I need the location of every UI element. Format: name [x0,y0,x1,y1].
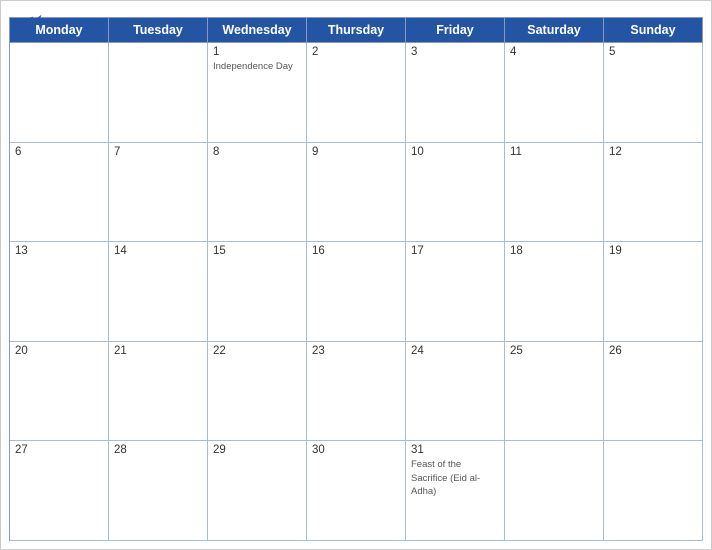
day-number: 26 [609,345,697,357]
table-row: 13 [10,242,109,342]
week-row-1: 1 Independence Day 2345 [10,43,703,143]
table-row: 7 [109,143,208,243]
table-row: 4 [505,43,604,143]
day-number: 3 [411,46,499,58]
calendar-header [1,1,711,17]
week-row-2: 6789 10 11 12 [10,143,703,243]
day-number: 23 [312,345,400,357]
day-number: 17 [411,245,499,257]
calendar-grid: Monday Tuesday Wednesday Thursday Friday… [9,17,703,541]
table-row: 10 [406,143,505,243]
table-row: 24 [406,342,505,442]
day-number: 25 [510,345,598,357]
day-number: 28 [114,444,202,456]
day-number: 22 [213,345,301,357]
day-number: 21 [114,345,202,357]
table-row: 9 [307,143,406,243]
table-row: 29 [208,441,307,541]
day-number: 14 [114,245,202,257]
table-row: 21 [109,342,208,442]
table-row: 23 [307,342,406,442]
table-row: 26 [604,342,703,442]
table-row: 20 [10,342,109,442]
table-row: 3 [406,43,505,143]
table-row [505,441,604,541]
day-number: 29 [213,444,301,456]
table-row: 1 Independence Day [208,43,307,143]
table-row [10,43,109,143]
day-number: 5 [609,46,697,58]
table-row: 30 [307,441,406,541]
table-row: 11 [505,143,604,243]
calendar-weeks: 1Independence Day23456789101112131415161… [10,43,703,541]
table-row: 16 [307,242,406,342]
day-headers: Monday Tuesday Wednesday Thursday Friday… [10,18,703,43]
table-row: 22 [208,342,307,442]
table-row: 19 [604,242,703,342]
table-row: 15 [208,242,307,342]
logo-bird-icon [19,13,43,31]
day-number: 11 [510,146,598,158]
day-number: 27 [15,444,103,456]
header-thursday: Thursday [307,18,406,43]
day-number: 20 [15,345,103,357]
day-number: 9 [312,146,400,158]
table-row: 28 [109,441,208,541]
table-row [109,43,208,143]
header-sunday: Sunday [604,18,703,43]
table-row: 17 [406,242,505,342]
holiday-text: Independence Day [213,61,293,72]
day-number: 1 [213,46,301,58]
calendar-container: Monday Tuesday Wednesday Thursday Friday… [0,0,712,550]
table-row: 31 Feast of the Sacrifice (Eid al-Adha) [406,441,505,541]
table-row: 2 [307,43,406,143]
day-number: 2 [312,46,400,58]
day-number: 8 [213,146,301,158]
day-number: 13 [15,245,103,257]
header-friday: Friday [406,18,505,43]
table-row: 6 [10,143,109,243]
header-wednesday: Wednesday [208,18,307,43]
day-number: 7 [114,146,202,158]
table-row: 14 [109,242,208,342]
day-number: 16 [312,245,400,257]
day-number: 10 [411,146,499,158]
table-row: 27 [10,441,109,541]
day-number: 19 [609,245,697,257]
week-row-5: 27 28 29 30 31 Feast of the Sacrifice (Eid al… [10,441,703,541]
table-row: 12 [604,143,703,243]
table-row: 5 [604,43,703,143]
day-number: 4 [510,46,598,58]
table-row: 25 [505,342,604,442]
table-row: 18 [505,242,604,342]
day-number: 12 [609,146,697,158]
day-number: 30 [312,444,400,456]
day-number: 24 [411,345,499,357]
day-number: 18 [510,245,598,257]
header-saturday: Saturday [505,18,604,43]
table-row [604,441,703,541]
table-row: 8 [208,143,307,243]
day-number: 31 [411,444,499,456]
header-tuesday: Tuesday [109,18,208,43]
holiday-text: Feast of the Sacrifice (Eid al-Adha) [411,459,480,497]
week-row-3: 13 14 15 16 17 18 19 [10,242,703,342]
day-number: 15 [213,245,301,257]
week-row-4: 20 21 22 23 24 25 26 [10,342,703,442]
day-number: 6 [15,146,103,158]
